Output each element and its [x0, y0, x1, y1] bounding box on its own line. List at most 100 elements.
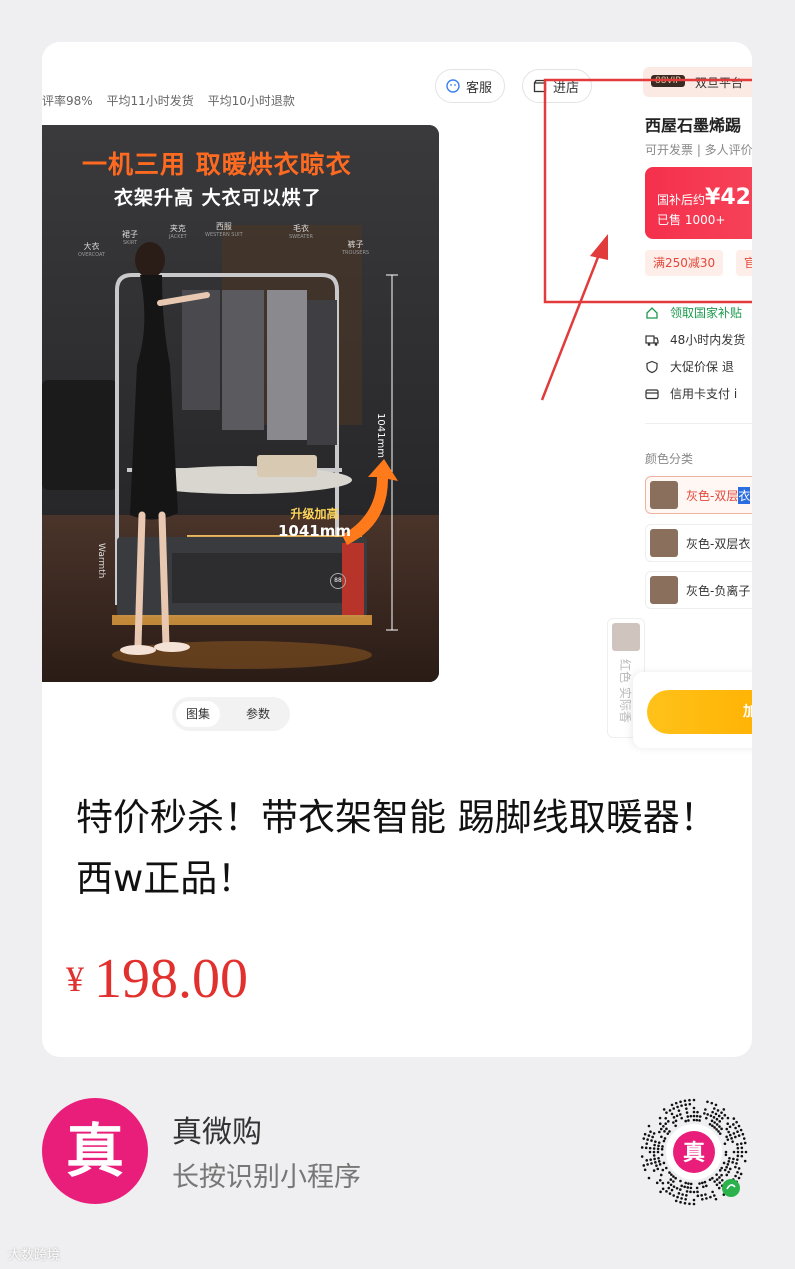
- qr-dot: [740, 1146, 744, 1150]
- qr-dot: [718, 1181, 722, 1184]
- qr-dot: [661, 1145, 664, 1148]
- qr-dot: [672, 1107, 676, 1110]
- qr-dot: [713, 1126, 716, 1129]
- qr-dot: [720, 1166, 724, 1170]
- qr-dot: [661, 1168, 665, 1172]
- qr-dot: [696, 1110, 699, 1114]
- qr-dot: [715, 1178, 719, 1181]
- qr-dot: [680, 1197, 683, 1200]
- qr-dot: [727, 1160, 731, 1163]
- color-option-2[interactable]: 灰色-双层衣: [645, 524, 752, 562]
- qr-dot: [684, 1119, 688, 1123]
- qr-dot: [653, 1143, 656, 1147]
- qr-dot: [742, 1137, 746, 1140]
- qr-dot: [681, 1193, 684, 1196]
- qr-dot: [711, 1110, 714, 1114]
- qr-dot: [695, 1114, 699, 1118]
- qr-dot: [670, 1112, 674, 1116]
- tab-gallery[interactable]: 图集: [176, 701, 221, 727]
- home-icon: [646, 306, 658, 319]
- qr-dot: [718, 1120, 722, 1123]
- qr-dot: [674, 1199, 678, 1203]
- qr-dot: [709, 1195, 712, 1199]
- qr-dot: [663, 1130, 666, 1133]
- qr-dot: [674, 1176, 677, 1180]
- coupon-1[interactable]: 满250减30: [645, 250, 724, 276]
- qr-dot: [713, 1180, 716, 1183]
- tab-params[interactable]: 参数: [236, 701, 280, 727]
- qr-dot: [720, 1178, 724, 1182]
- option-thumbnail: [650, 576, 678, 604]
- shop-button[interactable]: 进店: [522, 69, 593, 103]
- vip-text: 双旦平台: [695, 76, 744, 90]
- stat-refund: 平均10小时退款: [207, 94, 295, 108]
- service-credit-card: 信用卡支付 i: [645, 385, 737, 402]
- qr-dot: [709, 1114, 713, 1118]
- qr-dot: [696, 1190, 699, 1194]
- qr-dot: [642, 1137, 646, 1140]
- qr-dot: [656, 1150, 660, 1154]
- qr-dot: [668, 1109, 672, 1112]
- share-card: 评率98% 平均11小时发货 平均10小时退款 客服 进店 一机三用 取暖烘衣晾…: [42, 42, 752, 1057]
- color-option-3[interactable]: 灰色-负离子: [645, 571, 752, 609]
- qr-dot: [692, 1190, 696, 1194]
- service-button[interactable]: 客服: [435, 69, 506, 103]
- sale-price: ¥198.00: [66, 947, 248, 1011]
- qr-dot: [725, 1127, 729, 1131]
- service-subsidy[interactable]: 领取国家补贴: [645, 304, 742, 321]
- qr-dot: [736, 1158, 739, 1161]
- qr-dot: [734, 1174, 737, 1178]
- qr-dot: [683, 1201, 687, 1205]
- qr-dot: [646, 1163, 649, 1166]
- qr-dot: [654, 1140, 657, 1143]
- gallery-tabs: 图集 参数: [172, 697, 290, 731]
- qr-dot: [656, 1147, 660, 1151]
- qr-dot: [675, 1114, 679, 1118]
- qr-dot: [652, 1150, 656, 1154]
- product-title: 西屋石墨烯踢: [645, 116, 742, 135]
- qr-dot: [679, 1188, 682, 1191]
- qr-dot: [692, 1118, 696, 1122]
- qr-dot: [732, 1123, 735, 1126]
- card-icon: [645, 388, 659, 399]
- coupon-2[interactable]: 官: [736, 250, 752, 276]
- qr-dot: [676, 1105, 679, 1109]
- qr-dot: [737, 1176, 741, 1180]
- qr-dot: [712, 1116, 716, 1119]
- mini-program-code[interactable]: 真: [636, 1094, 752, 1210]
- qr-dot: [743, 1141, 747, 1145]
- qr-dot: [674, 1124, 677, 1128]
- qr-dot: [692, 1114, 696, 1118]
- qr-dot: [705, 1184, 708, 1188]
- qr-dot: [683, 1185, 686, 1189]
- qr-dot: [640, 1146, 644, 1149]
- qr-dot: [689, 1190, 692, 1194]
- qr-dot: [679, 1100, 682, 1104]
- qr-dot: [645, 1142, 649, 1145]
- qr-dot: [718, 1176, 721, 1179]
- qr-dot: [643, 1168, 647, 1172]
- stat-rating: 评率98%: [42, 94, 93, 108]
- qr-dot: [734, 1126, 737, 1130]
- photo-label-skirt: 裙子 SKIRT: [122, 230, 138, 246]
- qr-dot: [711, 1176, 714, 1180]
- add-to-cart-button[interactable]: 加: [647, 690, 752, 734]
- qr-dot: [666, 1120, 670, 1123]
- qr-dot: [657, 1144, 660, 1148]
- price-amount: 198.00: [94, 948, 248, 1010]
- product-photo[interactable]: 一机三用 取暖烘衣晾衣 衣架升高 大衣可以烘了 大衣 OVERCOAT 裙子 SKI…: [42, 125, 439, 682]
- color-option-1[interactable]: 灰色-双层衣: [645, 476, 752, 514]
- qr-dot: [730, 1137, 733, 1140]
- qr-dot: [687, 1119, 690, 1122]
- qr-dot: [718, 1125, 721, 1128]
- qr-dot: [661, 1187, 665, 1191]
- qr-dot: [698, 1182, 701, 1185]
- qr-dot: [735, 1120, 738, 1124]
- qr-dot: [702, 1185, 705, 1189]
- qr-dot: [660, 1135, 663, 1139]
- qr-dot: [650, 1162, 653, 1165]
- qr-dot: [737, 1167, 741, 1170]
- photo-label-trousers: 裤子 TROUSERS: [342, 240, 370, 256]
- watermark: 大数跨境: [8, 1248, 61, 1263]
- qr-dot: [644, 1146, 648, 1150]
